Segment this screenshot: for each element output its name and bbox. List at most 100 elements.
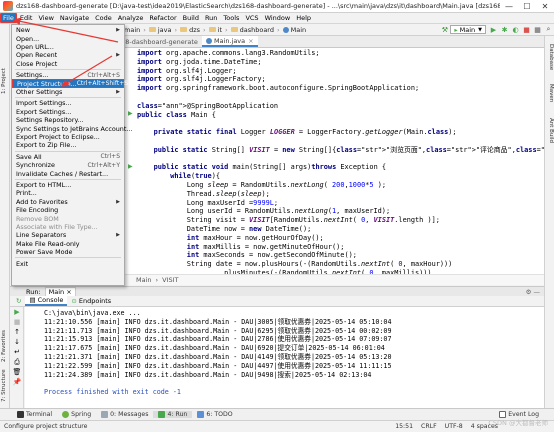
tab-run[interactable]: 4: Run xyxy=(153,411,193,418)
code-line[interactable]: while(true){ xyxy=(137,172,544,181)
line-separator[interactable]: CRLF xyxy=(421,423,437,430)
stop-icon[interactable]: ■ xyxy=(522,25,531,34)
close-button[interactable]: ✕ xyxy=(536,2,554,11)
tool-ant-build[interactable]: Ant Build xyxy=(548,118,554,143)
file-encoding[interactable]: UTF-8 xyxy=(445,423,463,430)
menu-item-open-recent[interactable]: Open Recent ▶ xyxy=(12,51,124,59)
code-line[interactable] xyxy=(137,137,544,146)
menu-vcs[interactable]: VCS xyxy=(242,14,261,22)
menu-view[interactable]: View xyxy=(35,14,56,22)
coverage-icon[interactable]: ◐ xyxy=(511,25,520,34)
stop-icon[interactable]: ■ xyxy=(10,317,24,327)
caret-position[interactable]: 15:51 xyxy=(395,423,413,430)
code-line[interactable]: import org.springframework.boot.autoconf… xyxy=(137,84,544,93)
code-line[interactable]: int maxMillis = now.getMinuteOfHour(); xyxy=(137,243,544,252)
minimize-button[interactable]: — xyxy=(500,2,518,11)
menu-item-file-encoding[interactable]: File Encoding xyxy=(12,206,124,214)
nav-crumb-dzs[interactable]: dzs xyxy=(178,26,202,34)
code-line[interactable] xyxy=(137,155,544,164)
code-line[interactable]: int maxHour = now.getHourOfDay(); xyxy=(137,234,544,243)
run-configuration-select[interactable]: ▸ Main ▼ xyxy=(450,25,486,34)
code-line[interactable]: Long maxUserId =9999L; xyxy=(137,199,544,208)
menu-analyze[interactable]: Analyze xyxy=(115,14,147,22)
trash-icon[interactable]: 🗑 xyxy=(10,367,24,377)
pin-icon[interactable]: 📌 xyxy=(10,377,24,387)
tab-terminal[interactable]: Terminal xyxy=(12,411,57,418)
up-icon[interactable]: ↑ xyxy=(10,327,24,337)
menu-item-close-project[interactable]: Close Project xyxy=(12,60,124,68)
menu-tools[interactable]: Tools xyxy=(220,14,242,22)
run-tab-main[interactable]: Main × xyxy=(44,286,76,297)
down-icon[interactable]: ↓ xyxy=(10,337,24,347)
print-icon[interactable]: ⎙ xyxy=(10,357,24,367)
code-line[interactable]: class="ann">@SpringBootApplication xyxy=(137,102,544,111)
menu-item-export-to-html[interactable]: Export to HTML... xyxy=(12,181,124,189)
tool-database[interactable]: Database xyxy=(548,44,554,70)
run-icon[interactable]: ▶ xyxy=(489,25,498,34)
menu-item-project-structure[interactable]: Project Structure... Ctrl+Alt+Shift+S xyxy=(12,79,128,88)
menu-item-power-save-mode[interactable]: Power Save Mode xyxy=(12,248,124,256)
code-line[interactable] xyxy=(137,119,544,128)
code-line[interactable]: String visit = VISIT[RandomUtils.nextInt… xyxy=(137,216,544,225)
code-line[interactable]: public static String[] VISIT = new Strin… xyxy=(137,146,544,155)
tool-maven[interactable]: Maven xyxy=(548,84,554,102)
code-editor[interactable]: ▶ ▶ import org.apache.commons.lang3.Rand… xyxy=(124,48,544,274)
close-tab-icon[interactable]: × xyxy=(248,37,253,45)
code-line[interactable]: public static void main(String[] args)th… xyxy=(137,163,544,172)
code-line[interactable]: import org.slf4j.LoggerFactory; xyxy=(137,75,544,84)
nav-crumb-dashboard[interactable]: dashboard xyxy=(229,26,276,34)
tab-messages[interactable]: 0: Messages xyxy=(96,411,153,418)
code-content[interactable]: import org.apache.commons.lang3.RandomUt… xyxy=(137,49,544,274)
menu-item-print[interactable]: Print... xyxy=(12,189,124,197)
menu-help[interactable]: Help xyxy=(293,14,314,22)
menu-item-invalidate-caches-restart[interactable]: Invalidate Caches / Restart... xyxy=(12,169,124,178)
tab-spring[interactable]: Spring xyxy=(57,411,96,418)
menu-item-settings-repository[interactable]: Settings Repository... xyxy=(12,116,124,124)
tab-console[interactable]: ▤ Console xyxy=(25,296,68,306)
hammer-icon[interactable]: ⚒ xyxy=(440,25,449,34)
code-line[interactable] xyxy=(137,93,544,102)
editor-crumb-class[interactable]: Main xyxy=(136,276,152,284)
menu-item-open-url[interactable]: Open URL... xyxy=(12,43,124,51)
code-line[interactable]: DateTime now = new DateTime(); xyxy=(137,225,544,234)
menu-run[interactable]: Run xyxy=(202,14,220,22)
menu-item-export-settings[interactable]: Export Settings... xyxy=(12,108,124,116)
project-structure-icon[interactable]: ▦ xyxy=(533,25,542,34)
menu-item-export-to-zip-file[interactable]: Export to Zip File... xyxy=(12,141,124,149)
tab-main-java[interactable]: Main.java × xyxy=(201,36,258,47)
code-line[interactable]: String date = now.plusHours(-(RandomUtil… xyxy=(137,260,544,269)
rerun-icon[interactable]: ▶ xyxy=(10,307,24,317)
menu-item-export-project-to-eclipse[interactable]: Export Project to Eclipse... xyxy=(12,133,124,141)
run-gutter-icon[interactable]: ▶ xyxy=(128,163,133,170)
menu-item-other-settings[interactable]: Other Settings ▶ xyxy=(12,88,124,96)
close-icon[interactable]: × xyxy=(66,288,71,296)
search-icon[interactable]: ⌕ xyxy=(544,25,553,34)
code-line[interactable]: private static final Logger LOGGER = Log… xyxy=(137,128,544,137)
tab-endpoints[interactable]: ⊙ Endpoints xyxy=(67,297,115,305)
menu-item-line-separators[interactable]: Line Separators ▶ xyxy=(12,231,124,239)
nav-crumb-java[interactable]: java xyxy=(147,26,174,34)
menu-window[interactable]: Window xyxy=(262,14,294,22)
menu-build[interactable]: Build xyxy=(180,14,202,22)
menu-item-new[interactable]: New ▶ xyxy=(12,26,124,34)
soft-wrap-icon[interactable]: ↵ xyxy=(10,347,24,357)
code-line[interactable]: import org.apache.commons.lang3.RandomUt… xyxy=(137,49,544,58)
tool-structure[interactable]: 7: Structure xyxy=(1,369,7,402)
tool-favorites[interactable]: 2: Favorites xyxy=(1,330,7,362)
menu-item-open[interactable]: Open... xyxy=(12,34,124,43)
menu-item-make-file-read-only[interactable]: Make File Read-only xyxy=(12,240,124,248)
menu-item-synchronize[interactable]: Synchronize Ctrl+Alt+Y xyxy=(12,161,124,169)
maximize-button[interactable]: ☐ xyxy=(518,2,536,11)
console-output[interactable]: C:\java\bin\java.exe ... 11:21:10.556 [ma… xyxy=(25,307,544,408)
tab-todo[interactable]: 6: TODO xyxy=(192,411,237,418)
code-line[interactable]: int maxSeconds = now.getSecondOfMinute()… xyxy=(137,251,544,260)
menu-item-settings[interactable]: Settings... Ctrl+Alt+S xyxy=(12,71,124,79)
menu-item-exit[interactable]: Exit xyxy=(12,259,124,268)
tool-project[interactable]: 1: Project xyxy=(1,68,7,94)
menu-code[interactable]: Code xyxy=(92,14,115,22)
nav-crumb-it[interactable]: it xyxy=(207,26,224,34)
menu-navigate[interactable]: Navigate xyxy=(57,14,92,22)
editor-crumb-field[interactable]: VISIT xyxy=(162,276,178,284)
menu-refactor[interactable]: Refactor xyxy=(146,14,179,22)
code-line[interactable]: Long sleep = RandomUtils.nextLong( 200,1… xyxy=(137,181,544,190)
